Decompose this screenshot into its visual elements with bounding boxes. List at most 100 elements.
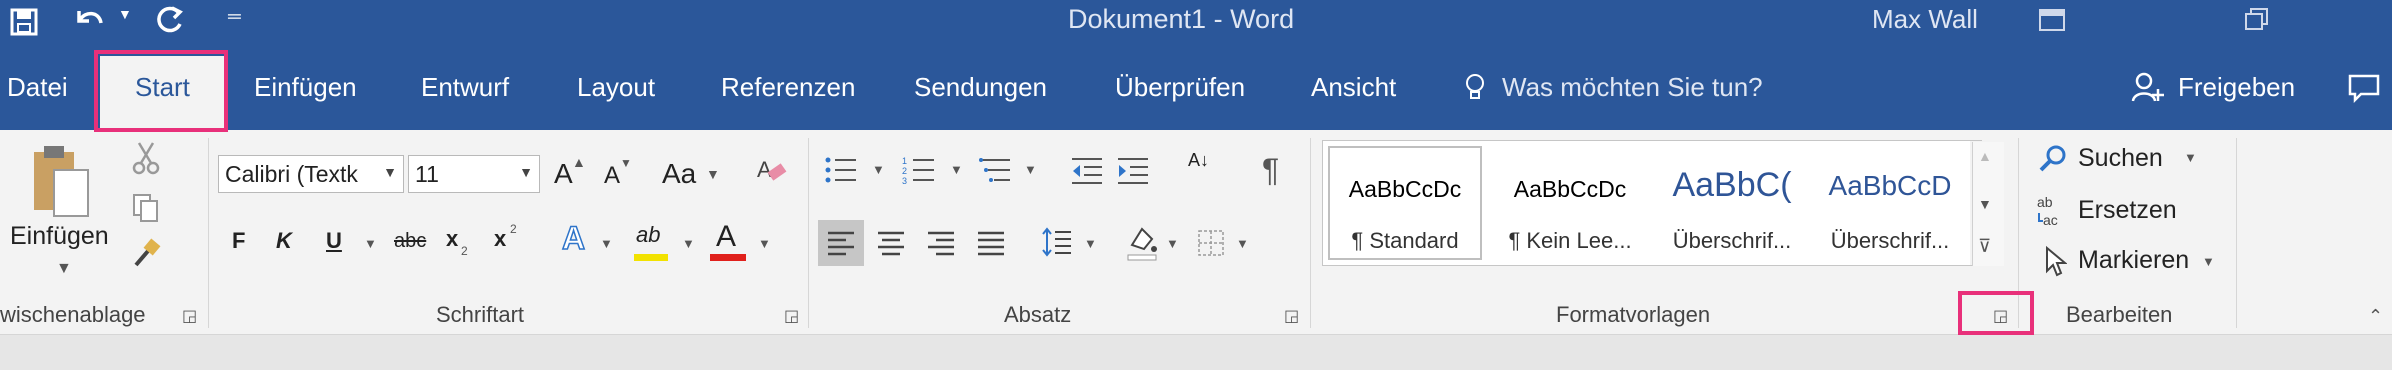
cut-icon[interactable] bbox=[126, 140, 166, 176]
select-cursor-icon[interactable] bbox=[2040, 242, 2070, 280]
paste-button-label[interactable]: Einfügen bbox=[10, 222, 109, 251]
font-name-dropdown-icon[interactable]: ▼ bbox=[383, 164, 397, 180]
italic-button[interactable]: K bbox=[276, 228, 292, 254]
font-name-combo[interactable]: Calibri (Textk ▼ bbox=[218, 155, 404, 193]
svg-text:2: 2 bbox=[902, 166, 907, 176]
gallery-down-icon[interactable]: ▼ bbox=[1978, 196, 1992, 212]
tab-datei[interactable]: Datei bbox=[7, 72, 68, 103]
font-size-combo[interactable]: 11 ▼ bbox=[408, 155, 540, 193]
save-icon[interactable] bbox=[6, 4, 42, 40]
svg-text:ac: ac bbox=[2043, 212, 2058, 228]
clipboard-group-label: wischenablage bbox=[0, 302, 146, 327]
justify-icon[interactable] bbox=[972, 224, 1010, 262]
sort-button[interactable]: A↓ bbox=[1188, 151, 1218, 169]
borders-icon[interactable] bbox=[1192, 224, 1230, 262]
underline-dropdown-icon[interactable]: ▼ bbox=[364, 236, 377, 251]
style-heading-1[interactable]: AaBbC( Überschrif... bbox=[1652, 148, 1812, 260]
tab-ueberpruefen[interactable]: Überprüfen bbox=[1115, 72, 1245, 103]
shading-icon[interactable] bbox=[1122, 220, 1162, 264]
paste-clipboard-icon[interactable] bbox=[26, 140, 96, 224]
decrease-indent-icon[interactable] bbox=[1068, 152, 1106, 188]
replace-icon[interactable]: ab ac bbox=[2034, 192, 2070, 230]
font-color-dropdown-icon[interactable]: ▼ bbox=[758, 236, 771, 251]
undo-icon[interactable] bbox=[70, 2, 110, 38]
font-size-dropdown-icon[interactable]: ▼ bbox=[519, 164, 533, 180]
select-dropdown-icon[interactable]: ▼ bbox=[2202, 254, 2215, 269]
grow-font-button[interactable]: A bbox=[554, 158, 573, 190]
word-window: ▼ ═ Dokument1 - Word Max Wall Datei Star… bbox=[0, 0, 2392, 370]
clear-formatting-icon[interactable]: A bbox=[752, 150, 792, 190]
text-effects-button[interactable]: A bbox=[561, 219, 586, 257]
numbering-dropdown-icon[interactable]: ▼ bbox=[950, 162, 963, 177]
borders-dropdown-icon[interactable]: ▼ bbox=[1236, 236, 1249, 251]
share-button[interactable]: Freigeben bbox=[2178, 72, 2295, 103]
bullets-dropdown-icon[interactable]: ▼ bbox=[872, 162, 885, 177]
copy-icon[interactable] bbox=[126, 190, 166, 226]
font-group-label: Schriftart bbox=[436, 302, 525, 327]
tab-sendungen[interactable]: Sendungen bbox=[914, 72, 1047, 103]
find-button[interactable]: Suchen bbox=[2078, 144, 2163, 173]
font-launcher-icon[interactable]: ◲ bbox=[784, 306, 799, 326]
show-formatting-button[interactable]: ¶ bbox=[1262, 152, 1279, 189]
highlight-dropdown-icon[interactable]: ▼ bbox=[682, 236, 695, 251]
style-sample: AaBbCcDc bbox=[1348, 176, 1462, 202]
highlight-start-tab bbox=[94, 50, 228, 132]
strikethrough-button[interactable]: abc bbox=[394, 230, 426, 253]
tab-entwurf[interactable]: Entwurf bbox=[421, 72, 509, 103]
text-effects-dropdown-icon[interactable]: ▼ bbox=[600, 236, 613, 251]
undo-dropdown-icon[interactable]: ▼ bbox=[118, 6, 132, 22]
title-bar: ▼ ═ Dokument1 - Word Max Wall bbox=[0, 0, 2392, 40]
font-color-bar bbox=[710, 254, 746, 261]
clipboard-launcher-icon[interactable]: ◲ bbox=[182, 306, 197, 326]
font-color-button[interactable]: A bbox=[716, 220, 736, 254]
editing-group-label: Bearbeiten bbox=[2066, 302, 2173, 327]
tab-ansicht[interactable]: Ansicht bbox=[1311, 72, 1396, 103]
style-heading-2[interactable]: AaBbCcD Überschrif... bbox=[1810, 148, 1970, 260]
align-center-icon[interactable] bbox=[872, 224, 910, 262]
style-no-spacing[interactable]: AaBbCcDc ¶ Kein Lee... bbox=[1490, 148, 1650, 260]
bullets-icon[interactable] bbox=[822, 152, 860, 188]
change-case-button[interactable]: Aa bbox=[662, 158, 696, 190]
share-person-icon[interactable] bbox=[2128, 70, 2168, 106]
ribbon-display-icon[interactable] bbox=[2036, 6, 2068, 34]
increase-indent-icon[interactable] bbox=[1114, 152, 1152, 188]
shading-dropdown-icon[interactable]: ▼ bbox=[1166, 236, 1179, 251]
shrink-font-button[interactable]: A bbox=[604, 162, 620, 190]
multilevel-dropdown-icon[interactable]: ▼ bbox=[1024, 162, 1037, 177]
highlight-color-bar bbox=[634, 254, 668, 261]
select-button[interactable]: Markieren bbox=[2078, 246, 2189, 275]
search-icon[interactable] bbox=[2036, 142, 2070, 176]
tell-me-search[interactable]: Was möchten Sie tun? bbox=[1502, 72, 1763, 103]
align-right-icon[interactable] bbox=[922, 224, 960, 262]
line-spacing-icon[interactable] bbox=[1038, 222, 1076, 262]
superscript-button[interactable]: x bbox=[494, 226, 506, 252]
lightbulb-icon bbox=[1462, 72, 1488, 104]
line-spacing-dropdown-icon[interactable]: ▼ bbox=[1084, 236, 1097, 251]
align-left-icon[interactable] bbox=[822, 224, 860, 262]
collapse-ribbon-icon[interactable]: ⌃ bbox=[2368, 306, 2383, 327]
restore-icon[interactable] bbox=[2240, 4, 2274, 34]
tab-layout[interactable]: Layout bbox=[577, 72, 655, 103]
subscript-button[interactable]: x bbox=[446, 226, 458, 252]
customize-qat-icon[interactable]: ═ bbox=[228, 6, 241, 27]
gallery-up-icon[interactable]: ▲ bbox=[1978, 148, 1992, 164]
tab-einfuegen[interactable]: Einfügen bbox=[254, 72, 357, 103]
highlight-button[interactable]: ab bbox=[636, 222, 660, 248]
numbering-icon[interactable]: 123 bbox=[900, 152, 938, 188]
style-label: ¶ Standard bbox=[1351, 228, 1459, 253]
multilevel-list-icon[interactable] bbox=[976, 152, 1014, 188]
replace-button[interactable]: Ersetzen bbox=[2078, 196, 2177, 225]
redo-icon[interactable] bbox=[152, 2, 188, 38]
tab-referenzen[interactable]: Referenzen bbox=[721, 72, 855, 103]
bold-button[interactable]: F bbox=[232, 228, 245, 254]
find-dropdown-icon[interactable]: ▼ bbox=[2184, 150, 2197, 165]
style-standard[interactable]: AaBbCcDc ¶ Standard bbox=[1325, 148, 1485, 260]
underline-button[interactable]: U bbox=[326, 228, 342, 254]
comments-icon[interactable] bbox=[2344, 70, 2384, 106]
format-painter-icon[interactable] bbox=[126, 234, 166, 274]
paragraph-launcher-icon[interactable]: ◲ bbox=[1284, 306, 1299, 326]
paste-dropdown-icon[interactable]: ▼ bbox=[56, 260, 72, 278]
grow-font-caret-icon: ▲ bbox=[572, 154, 586, 170]
gallery-more-icon[interactable]: ⊽ bbox=[1978, 236, 1991, 257]
change-case-dropdown-icon[interactable]: ▼ bbox=[706, 166, 720, 182]
